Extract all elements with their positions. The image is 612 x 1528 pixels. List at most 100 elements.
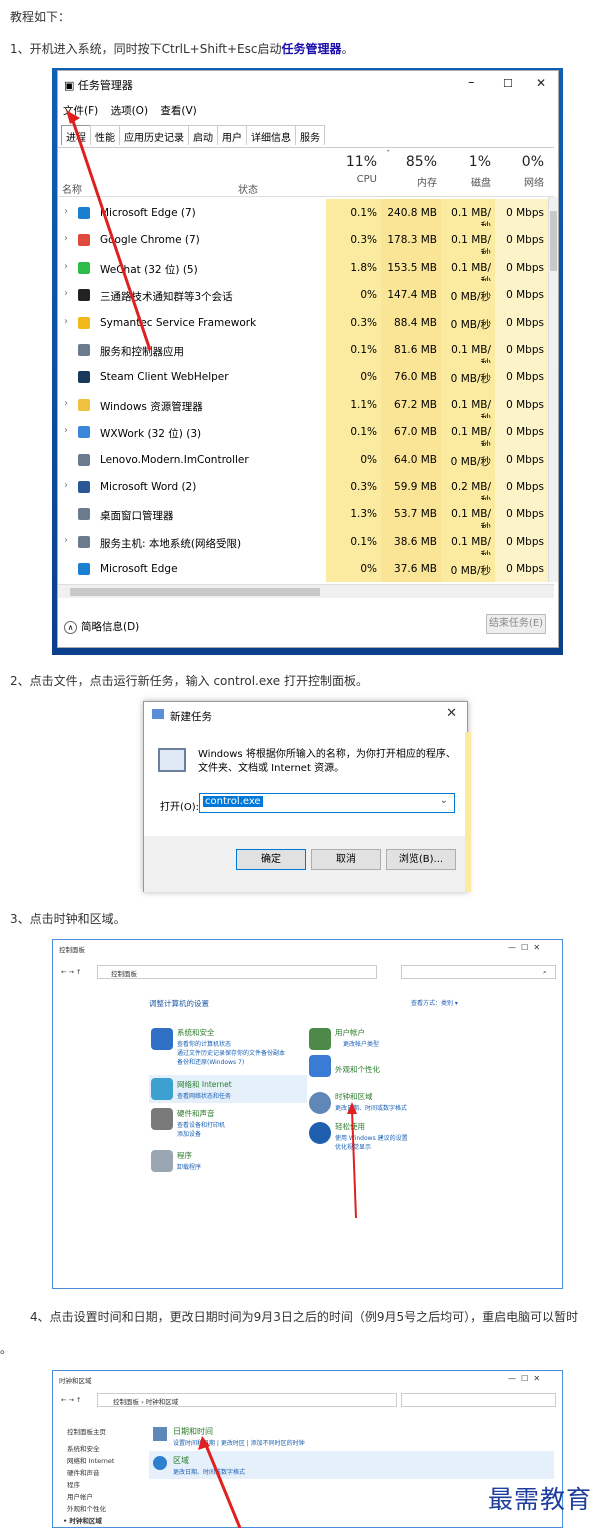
cp-link[interactable]: 查看你的计算机状态 xyxy=(177,1039,231,1048)
menu-view[interactable]: 查看(V) xyxy=(160,105,196,117)
tab-details[interactable]: 详细信息 xyxy=(246,125,296,145)
cp-ease-of-access[interactable]: 轻松使用 xyxy=(335,1121,365,1132)
tab-services[interactable]: 服务 xyxy=(295,125,325,145)
task-manager-link[interactable]: 任务管理器 xyxy=(282,42,342,56)
tr-nav-0[interactable]: 控制面板主页 xyxy=(67,1426,106,1436)
table-row[interactable]: › 三通路技术通知群等3个会话 0% 147.4 MB 0 MB/秒 0 Mbps xyxy=(58,281,554,309)
table-row[interactable]: › WeChat (32 位) (5) 1.8%153.5 MB0.1 MB/秒0 … xyxy=(58,253,554,288)
table-row[interactable]: › 服务主机: 本地系统(网络受限) 0.1%38.6 MB0.1 MB/秒0 Mb… xyxy=(58,527,554,562)
horizontal-scrollbar[interactable] xyxy=(58,584,554,598)
end-task-button[interactable]: 结束任务(E) xyxy=(486,614,546,634)
expand-chevron-icon[interactable]: › xyxy=(64,398,68,409)
cp-appearance[interactable]: 外观和个性化 xyxy=(335,1064,380,1075)
cp-network[interactable]: 网络和 Internet xyxy=(177,1079,232,1090)
tr-address[interactable]: 控制面板 › 时钟和区域 xyxy=(113,1396,178,1406)
region-sublinks[interactable]: 更改日期、时间或数字格式 xyxy=(173,1467,245,1476)
run-program-icon xyxy=(158,748,186,772)
open-input[interactable]: control.exe ⌄ xyxy=(199,793,455,813)
col-cpu[interactable]: 11% CPU xyxy=(326,154,377,185)
tr-nav-7[interactable]: • 时钟和区域 xyxy=(63,1515,102,1525)
process-memory: 88.4 MB xyxy=(381,308,441,336)
maximize-button[interactable]: ☐ xyxy=(503,77,513,90)
process-disk: 0 MB/秒 xyxy=(441,555,495,583)
cp-link[interactable]: 更改帐户类型 xyxy=(343,1039,379,1048)
table-row[interactable]: 服务和控制器应用 0.1%81.6 MB0.1 MB/秒0 Mbps xyxy=(58,335,554,370)
cp-link[interactable]: 备份和还原(Windows 7) xyxy=(177,1057,244,1066)
cp-link[interactable]: 查看网络状态和任务 xyxy=(177,1091,231,1100)
expand-chevron-icon[interactable]: › xyxy=(64,233,68,244)
ok-button[interactable]: 确定 xyxy=(236,849,306,870)
tm-menubar: 文件(F) 选项(O) 查看(V) xyxy=(63,103,206,118)
cp-link[interactable]: 添加设备 xyxy=(177,1129,201,1138)
cp-system-security[interactable]: 系统和安全 xyxy=(177,1027,215,1038)
tr-title: 时钟和区域 xyxy=(59,1377,92,1385)
cp-link[interactable]: 优化视觉显示 xyxy=(335,1142,371,1151)
expand-chevron-icon[interactable]: › xyxy=(64,480,68,491)
disk-total: 1% xyxy=(468,154,491,170)
table-row[interactable]: › Microsoft Edge (7) 0.1%240.8 MB0.1 MB/秒0… xyxy=(58,199,554,233)
col-status[interactable]: 状态 xyxy=(238,181,258,196)
tr-nav-5[interactable]: 用户帐户 xyxy=(67,1491,93,1501)
minimize-button[interactable]: – xyxy=(468,75,475,90)
tr-nav-2[interactable]: 网络和 Internet xyxy=(67,1455,114,1465)
tab-app-history[interactable]: 应用历史记录 xyxy=(119,125,189,145)
expand-chevron-icon[interactable]: › xyxy=(64,535,68,546)
cp-user-accounts[interactable]: 用户帐户 xyxy=(335,1027,365,1038)
table-row[interactable]: › WXWork (32 位) (3) 0.1%67.0 MB0.1 MB/秒0 M… xyxy=(58,418,554,452)
table-row[interactable]: Steam Client WebHelper 0% 76.0 MB 0 MB/秒 0 M… xyxy=(58,363,554,391)
cp-programs[interactable]: 程序 xyxy=(177,1150,192,1161)
dialog-close-icon[interactable]: ✕ xyxy=(446,706,457,721)
col-disk[interactable]: 1% 磁盘 xyxy=(441,154,491,189)
expand-chevron-icon[interactable]: › xyxy=(64,425,68,436)
tr-nav-arrows[interactable]: ← → ↑ xyxy=(61,1396,81,1404)
cp-link[interactable]: 查看设备和打印机 xyxy=(177,1120,225,1129)
process-cpu: 1.3% xyxy=(326,500,381,528)
menu-options[interactable]: 选项(O) xyxy=(111,105,148,117)
table-row[interactable]: › Windows 资源管理器 1.1%67.2 MB0.1 MB/秒0 Mbps xyxy=(58,390,554,425)
task-manager-screenshot: ▣ 任务管理器 – ☐ ✕ 文件(F) 选项(O) 查看(V) 进程 性能 应用… xyxy=(52,68,563,655)
cp-nav-arrows[interactable]: ← → ↑ xyxy=(61,968,81,976)
col-network[interactable]: 0% 网络 xyxy=(495,154,544,189)
tr-nav-6[interactable]: 外观和个性化 xyxy=(67,1503,106,1513)
cp-link[interactable]: 卸载程序 xyxy=(177,1162,201,1171)
process-memory: 67.2 MB xyxy=(381,390,441,419)
tab-users[interactable]: 用户 xyxy=(217,125,247,145)
close-button[interactable]: ✕ xyxy=(536,76,546,90)
clock-region-screenshot: 时钟和区域 — ☐ ✕ ← → ↑ 控制面板 › 时钟和区域 控制面板主页 系统… xyxy=(52,1370,563,1528)
tr-nav-4[interactable]: 程序 xyxy=(67,1479,80,1489)
table-row[interactable]: › Symantec Service Framework 0.3% 88.4 MB 0 … xyxy=(58,308,554,336)
date-time-sublinks[interactable]: 设置时间和日期 | 更改时区 | 添加不同时区的时钟 xyxy=(173,1438,305,1447)
tab-startup[interactable]: 启动 xyxy=(188,125,218,145)
tr-nav-1[interactable]: 系统和安全 xyxy=(67,1443,100,1453)
expand-chevron-icon[interactable]: › xyxy=(64,288,68,299)
cp-view-by[interactable]: 查看方式：类别 ▾ xyxy=(411,998,458,1007)
fewer-details-button[interactable]: ∧ 简略信息(D) xyxy=(64,619,139,634)
cp-link[interactable]: 使用 Windows 建议的设置 xyxy=(335,1133,408,1142)
cp-clock-region[interactable]: 时钟和区域 xyxy=(335,1091,373,1102)
expand-chevron-icon[interactable]: › xyxy=(64,206,68,217)
cancel-button[interactable]: 取消 xyxy=(311,849,381,870)
region-link[interactable]: 区域 xyxy=(173,1455,189,1466)
table-row[interactable]: Microsoft Edge 0% 37.6 MB 0 MB/秒 0 Mbps xyxy=(58,555,554,583)
table-row[interactable]: › Microsoft Word (2) 0.3%59.9 MB0.2 MB/秒0 … xyxy=(58,472,554,507)
cp-search-icon[interactable]: ⌕ xyxy=(543,968,547,977)
tab-processes[interactable]: 进程 xyxy=(61,125,91,145)
tab-performance[interactable]: 性能 xyxy=(90,125,120,145)
expand-chevron-icon[interactable]: › xyxy=(64,261,68,272)
table-row[interactable]: Lenovo.Modern.ImController 0% 64.0 MB 0 MB/… xyxy=(58,445,554,473)
chevron-down-icon[interactable]: ⌄ xyxy=(438,795,450,806)
cp-link[interactable]: 更改日期、时间或数字格式 xyxy=(335,1103,407,1112)
cp-address[interactable]: 控制面板 xyxy=(111,968,137,978)
col-name[interactable]: 名称 xyxy=(62,181,82,196)
table-row[interactable]: › Google Chrome (7) 0.3%178.3 MB0.1 MB/秒0 … xyxy=(58,226,554,260)
vertical-scrollbar[interactable] xyxy=(548,197,558,582)
process-name: Microsoft Edge (7) xyxy=(100,207,196,219)
table-row[interactable]: 桌面窗口管理器 1.3%53.7 MB0.1 MB/秒0 Mbps xyxy=(58,500,554,534)
browse-button[interactable]: 浏览(B)... xyxy=(386,849,456,870)
cp-hardware[interactable]: 硬件和声音 xyxy=(177,1108,215,1119)
tr-nav-3[interactable]: 硬件和声音 xyxy=(67,1467,100,1477)
cp-link[interactable]: 通过文件历史记录保存你的文件备份副本 xyxy=(177,1048,285,1057)
expand-chevron-icon[interactable]: › xyxy=(64,316,68,327)
date-time-link[interactable]: 日期和时间 xyxy=(173,1426,213,1437)
menu-file[interactable]: 文件(F) xyxy=(63,105,98,117)
